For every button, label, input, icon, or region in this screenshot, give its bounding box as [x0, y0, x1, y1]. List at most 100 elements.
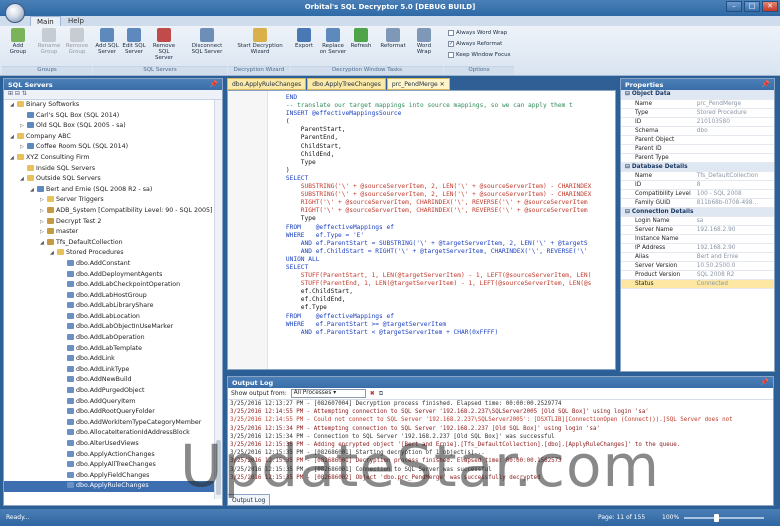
- tree-node[interactable]: ▷ ADB_System [Compatibility Level: 90 - S…: [4, 206, 214, 217]
- pin-icon[interactable]: 📌: [761, 378, 769, 386]
- property-row[interactable]: Server Version 10.50.2500.0: [621, 261, 774, 271]
- property-row[interactable]: Status Connected: [621, 279, 774, 289]
- property-row[interactable]: Login Name sa: [621, 216, 774, 226]
- keep-window-focus-checkbox[interactable]: Keep Window Focus: [448, 52, 510, 58]
- tab-main[interactable]: Main: [30, 16, 61, 26]
- tree-node[interactable]: ◢ Bert and Ernie (SQL 2008 R2 - sa): [4, 185, 214, 196]
- tree-node[interactable]: ▷ Server Triggers: [4, 195, 214, 206]
- refresh-button[interactable]: Refresh: [350, 28, 372, 49]
- tree-node[interactable]: ◢ XYZ Consulting Firm: [4, 153, 214, 164]
- pin-icon[interactable]: 📌: [762, 80, 770, 88]
- tree-node[interactable]: dbo.AddLabLocation: [4, 312, 214, 323]
- expander-icon[interactable]: ▷: [20, 142, 27, 153]
- tree-node[interactable]: dbo.AddNewBuild: [4, 375, 214, 386]
- doc-tab-apply-rule-changes[interactable]: dbo.ApplyRuleChanges: [227, 78, 307, 90]
- tree-node[interactable]: ▷ Decrypt Test 2: [4, 217, 214, 228]
- add-sql-server-button[interactable]: Add SQL Server: [95, 28, 119, 55]
- tree-node[interactable]: dbo.AddQueryItem: [4, 397, 214, 408]
- property-row[interactable]: Product Version SQL 2008 R2: [621, 270, 774, 280]
- tree-node[interactable]: ◢ Company ABC: [4, 132, 214, 143]
- disconnect-sql-server-button[interactable]: Disconnect SQL Server: [190, 28, 224, 55]
- tree-node[interactable]: dbo.AddLink: [4, 354, 214, 365]
- property-row[interactable]: Name Tfs_DefaultCollection: [621, 171, 774, 181]
- maximize-button[interactable]: □: [744, 1, 760, 12]
- minimize-button[interactable]: –: [726, 1, 742, 12]
- reformat-button[interactable]: Reformat: [380, 28, 406, 49]
- expander-icon[interactable]: ▷: [40, 206, 47, 217]
- property-row[interactable]: ID 210103580: [621, 117, 774, 127]
- pin-icon[interactable]: 📌: [210, 80, 218, 88]
- property-row[interactable]: Parent Type: [621, 153, 774, 163]
- property-row[interactable]: Family GUID 811b68b-0708-498...: [621, 198, 774, 208]
- tree-node[interactable]: dbo.AddLabTemplate: [4, 344, 214, 355]
- property-row[interactable]: Compatibility Level 100 - SQL 2008: [621, 189, 774, 199]
- property-row[interactable]: Parent ID: [621, 144, 774, 154]
- tree-node[interactable]: ◢ Tfs_DefaultCollection: [4, 238, 214, 249]
- zoom-slider[interactable]: [684, 517, 764, 519]
- property-row[interactable]: Schema dbo: [621, 126, 774, 136]
- tree-node[interactable]: ◢ Binary Softworks: [4, 100, 214, 111]
- always-reformat-checkbox[interactable]: ✓ Always Reformat: [448, 41, 502, 47]
- tree-node[interactable]: ◢ Stored Procedures: [4, 248, 214, 259]
- doc-tab-apply-tree-changes[interactable]: dbo.ApplyTreeChanges: [307, 78, 386, 90]
- zoom-slider-thumb[interactable]: [714, 514, 719, 522]
- property-row[interactable]: Type Stored Procedure: [621, 108, 774, 118]
- tree-node[interactable]: dbo.AddPurgedObject: [4, 386, 214, 397]
- property-row[interactable]: ID 8: [621, 180, 774, 190]
- expander-icon[interactable]: ◢: [10, 153, 17, 164]
- edit-sql-server-button[interactable]: Edit SQL Server: [122, 28, 146, 55]
- expander-icon[interactable]: ◢: [10, 132, 17, 143]
- tree-node[interactable]: dbo.AddWorkItemTypeCategoryMember: [4, 418, 214, 429]
- expander-icon[interactable]: ▷: [20, 121, 27, 132]
- property-row[interactable]: Alias Bert and Ernie: [621, 252, 774, 262]
- property-section[interactable]: ⊟ Object Data: [621, 90, 774, 100]
- property-row[interactable]: Server Name 192.168.2.90: [621, 225, 774, 235]
- tree-node[interactable]: dbo.AddLabObjectInUseMarker: [4, 322, 214, 333]
- expander-icon[interactable]: ◢: [50, 248, 57, 259]
- expander-icon[interactable]: ◢: [10, 100, 17, 111]
- expander-icon[interactable]: ▷: [40, 217, 47, 228]
- copy-log-icon[interactable]: ⧉: [379, 390, 383, 398]
- expander-icon[interactable]: ▷: [40, 227, 47, 238]
- tree-node[interactable]: ▷ master: [4, 227, 214, 238]
- expander-icon[interactable]: ◢: [20, 174, 27, 185]
- property-row[interactable]: Name prc_PendMerge: [621, 99, 774, 109]
- expander-icon[interactable]: ◢: [40, 238, 47, 249]
- doc-tab-prc-pendmerge[interactable]: prc_PendMerge ✕: [386, 78, 450, 90]
- tab-help[interactable]: Help: [62, 16, 90, 26]
- tree-node[interactable]: Inside SQL Servers: [4, 164, 214, 175]
- tree-node[interactable]: Carl's SQL Box (SQL 2014): [4, 111, 214, 122]
- replace-on-server-button[interactable]: Replace on Server: [318, 28, 348, 55]
- expander-icon[interactable]: ◢: [30, 185, 37, 196]
- tree-node[interactable]: ◢ Outside SQL Servers: [4, 174, 214, 185]
- tree-node[interactable]: ▷ Old SQL Box (SQL 2005 - sa): [4, 121, 214, 132]
- tree-node[interactable]: ▷ Coffee Room SQL (SQL 2014): [4, 142, 214, 153]
- clear-log-icon[interactable]: ✖: [370, 390, 375, 397]
- application-menu-orb[interactable]: [5, 3, 25, 23]
- property-row[interactable]: Instance Name: [621, 234, 774, 244]
- word-wrap-button[interactable]: Word Wrap: [410, 28, 438, 55]
- remove-group-button[interactable]: Remove Group: [64, 28, 90, 55]
- property-row[interactable]: Parent Object: [621, 135, 774, 145]
- code-editor[interactable]: END -- translate our target mappings int…: [227, 90, 616, 370]
- tree-node[interactable]: dbo.AddRootQueryFolder: [4, 407, 214, 418]
- log-filter-select[interactable]: All Processes ▾: [290, 389, 366, 398]
- tree-node[interactable]: dbo.AddConstant: [4, 259, 214, 270]
- property-section[interactable]: ⊟ Connection Details: [621, 207, 774, 217]
- export-button[interactable]: Export: [294, 28, 314, 49]
- property-section[interactable]: ⊟ Database Details: [621, 162, 774, 172]
- remove-sql-server-button[interactable]: Remove SQL Server: [149, 28, 179, 61]
- expander-icon[interactable]: ▷: [40, 195, 47, 206]
- tree-node[interactable]: dbo.AddLabLibraryShare: [4, 301, 214, 312]
- tree-node[interactable]: dbo.AddLabOperation: [4, 333, 214, 344]
- add-group-button[interactable]: Add Group: [6, 28, 30, 55]
- tree-node[interactable]: dbo.AddLabHostGroup: [4, 291, 214, 302]
- start-decryption-wizard-button[interactable]: Start Decryption Wizard: [234, 28, 286, 55]
- tree-node[interactable]: dbo.AddLabCheckpointOperation: [4, 280, 214, 291]
- property-row[interactable]: IP Address 192.168.2.90: [621, 243, 774, 253]
- rename-group-button[interactable]: Rename Group: [36, 28, 62, 55]
- tree-node[interactable]: dbo.AddDeploymentAgents: [4, 270, 214, 281]
- close-button[interactable]: ✕: [762, 1, 778, 12]
- always-word-wrap-checkbox[interactable]: Always Word Wrap: [448, 30, 507, 36]
- tree-node[interactable]: dbo.AddLinkType: [4, 365, 214, 376]
